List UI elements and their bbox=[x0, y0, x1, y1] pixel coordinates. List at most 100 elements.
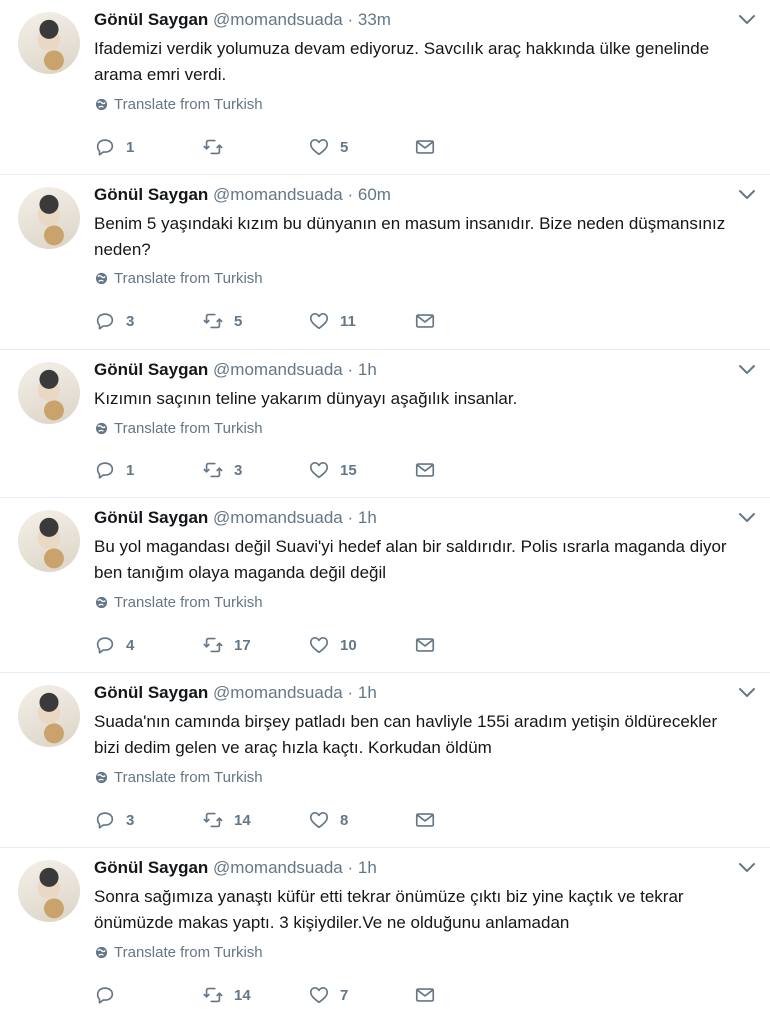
tweet[interactable]: Gönül Saygan @momandsuada · 1h Sonra sağ… bbox=[0, 848, 770, 1009]
tweet-actions: 14 7 bbox=[94, 984, 454, 1008]
like-button[interactable]: 7 bbox=[308, 984, 348, 1006]
like-count: 10 bbox=[340, 636, 357, 654]
like-button[interactable]: 10 bbox=[308, 634, 357, 656]
retweet-icon bbox=[203, 987, 223, 1003]
translate-link[interactable]: Translate from Turkish bbox=[95, 96, 263, 113]
tweet[interactable]: Gönül Saygan @momandsuada · 1h Suada'nın… bbox=[0, 673, 770, 848]
chevron-down-icon[interactable] bbox=[738, 512, 756, 524]
author-name[interactable]: Gönül Saygan bbox=[94, 508, 208, 527]
reply-button[interactable]: 1 bbox=[94, 136, 134, 158]
chevron-down-icon[interactable] bbox=[738, 687, 756, 699]
retweet-count: 14 bbox=[234, 986, 251, 1004]
author-name[interactable]: Gönül Saygan bbox=[94, 10, 208, 29]
reply-button[interactable]: 1 bbox=[94, 459, 134, 481]
author-name[interactable]: Gönül Saygan bbox=[94, 858, 208, 877]
like-button[interactable]: 8 bbox=[308, 809, 348, 831]
reply-count: 3 bbox=[126, 312, 135, 330]
like-button[interactable]: 11 bbox=[308, 310, 356, 332]
tweet-timestamp[interactable]: 1h bbox=[358, 858, 377, 877]
retweet-icon bbox=[203, 462, 223, 478]
tweet-text: Ifademizi verdik yolumuza devam ediyoruz… bbox=[94, 39, 710, 84]
reply-icon bbox=[96, 139, 114, 156]
avatar[interactable] bbox=[18, 510, 80, 572]
tweet-timestamp[interactable]: 1h bbox=[358, 508, 377, 527]
envelope-icon bbox=[415, 463, 435, 477]
avatar[interactable] bbox=[18, 860, 80, 922]
author-handle[interactable]: @momandsuada bbox=[213, 858, 343, 877]
chevron-down-icon[interactable] bbox=[738, 14, 756, 26]
reply-count: 4 bbox=[126, 636, 135, 654]
translate-link[interactable]: Translate from Turkish bbox=[95, 594, 263, 611]
translate-link[interactable]: Translate from Turkish bbox=[95, 944, 263, 961]
tweet-timestamp[interactable]: 33m bbox=[358, 10, 391, 29]
tweet-text: Kızımın saçının teline yakarım dünyayı a… bbox=[94, 389, 518, 408]
retweet-button[interactable]: 3 bbox=[202, 459, 242, 481]
reply-count: 3 bbox=[126, 811, 135, 829]
reply-icon bbox=[96, 987, 114, 1004]
author-handle[interactable]: @momandsuada bbox=[213, 360, 343, 379]
direct-message-button[interactable] bbox=[414, 459, 436, 481]
retweet-button[interactable] bbox=[202, 136, 234, 158]
direct-message-button[interactable] bbox=[414, 310, 436, 332]
avatar[interactable] bbox=[18, 362, 80, 424]
like-button[interactable]: 5 bbox=[308, 136, 348, 158]
avatar[interactable] bbox=[18, 12, 80, 74]
translate-label: Translate from Turkish bbox=[114, 270, 263, 287]
tweet-timestamp[interactable]: 1h bbox=[358, 683, 377, 702]
translate-link[interactable]: Translate from Turkish bbox=[95, 420, 263, 437]
direct-message-button[interactable] bbox=[414, 809, 436, 831]
tweet-header: Gönül Saygan @momandsuada · 1h bbox=[94, 508, 377, 528]
chevron-down-icon[interactable] bbox=[738, 862, 756, 874]
retweet-button[interactable]: 17 bbox=[202, 634, 251, 656]
reply-button[interactable]: 3 bbox=[94, 809, 134, 831]
tweet[interactable]: Gönül Saygan @momandsuada · 60m Benim 5 … bbox=[0, 175, 770, 350]
tweet-actions: 1 5 bbox=[94, 136, 454, 160]
direct-message-button[interactable] bbox=[414, 136, 436, 158]
like-count: 7 bbox=[340, 986, 349, 1004]
separator-dot: · bbox=[347, 508, 354, 527]
tweet[interactable]: Gönül Saygan @momandsuada · 33m Ifademiz… bbox=[0, 0, 770, 175]
tweet-text: Benim 5 yaşındaki kızım bu dünyanın en m… bbox=[94, 214, 726, 259]
chevron-down-icon[interactable] bbox=[738, 189, 756, 201]
reply-icon bbox=[96, 637, 114, 654]
heart-icon bbox=[309, 987, 329, 1004]
author-handle[interactable]: @momandsuada bbox=[213, 508, 343, 527]
retweet-button[interactable]: 14 bbox=[202, 809, 251, 831]
reply-count: 1 bbox=[126, 138, 135, 156]
tweet-text: Bu yol magandası değil Suavi'yi hedef al… bbox=[94, 537, 727, 582]
reply-icon bbox=[96, 313, 114, 330]
retweet-icon bbox=[203, 313, 223, 329]
tweet[interactable]: Gönül Saygan @momandsuada · 1h Bu yol ma… bbox=[0, 498, 770, 673]
translate-label: Translate from Turkish bbox=[114, 769, 263, 786]
globe-icon bbox=[95, 946, 108, 959]
avatar[interactable] bbox=[18, 187, 80, 249]
tweet-timestamp[interactable]: 60m bbox=[358, 185, 391, 204]
direct-message-button[interactable] bbox=[414, 984, 436, 1006]
reply-button[interactable]: 3 bbox=[94, 310, 134, 332]
author-handle[interactable]: @momandsuada bbox=[213, 683, 343, 702]
avatar[interactable] bbox=[18, 685, 80, 747]
author-handle[interactable]: @momandsuada bbox=[213, 185, 343, 204]
retweet-button[interactable]: 5 bbox=[202, 310, 242, 332]
tweet[interactable]: Gönül Saygan @momandsuada · 1h Kızımın s… bbox=[0, 350, 770, 498]
retweet-button[interactable]: 14 bbox=[202, 984, 251, 1006]
reply-button[interactable]: 4 bbox=[94, 634, 134, 656]
tweet-actions: 3 14 8 bbox=[94, 809, 454, 833]
translate-link[interactable]: Translate from Turkish bbox=[95, 769, 263, 786]
translate-label: Translate from Turkish bbox=[114, 944, 263, 961]
translate-link[interactable]: Translate from Turkish bbox=[95, 270, 263, 287]
envelope-icon bbox=[415, 140, 435, 154]
like-count: 15 bbox=[340, 461, 357, 479]
reply-button[interactable] bbox=[94, 984, 126, 1006]
like-button[interactable]: 15 bbox=[308, 459, 357, 481]
author-name[interactable]: Gönül Saygan bbox=[94, 683, 208, 702]
retweet-count: 3 bbox=[234, 461, 243, 479]
tweet-actions: 3 5 11 bbox=[94, 310, 454, 334]
chevron-down-icon[interactable] bbox=[738, 364, 756, 376]
author-name[interactable]: Gönül Saygan bbox=[94, 185, 208, 204]
author-handle[interactable]: @momandsuada bbox=[213, 10, 343, 29]
tweet-timestamp[interactable]: 1h bbox=[358, 360, 377, 379]
tweet-header: Gönül Saygan @momandsuada · 1h bbox=[94, 858, 377, 878]
direct-message-button[interactable] bbox=[414, 634, 436, 656]
author-name[interactable]: Gönül Saygan bbox=[94, 360, 208, 379]
